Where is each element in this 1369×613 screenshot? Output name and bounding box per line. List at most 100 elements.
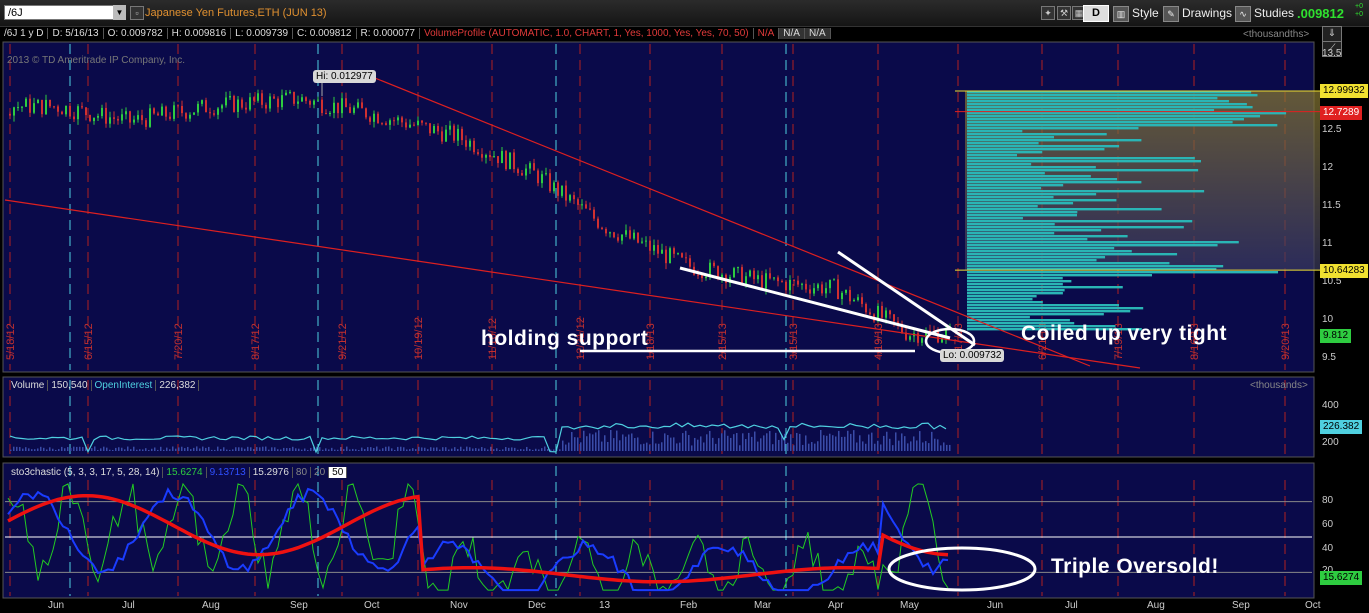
volume-bar xyxy=(817,441,819,451)
volume-profile-bar xyxy=(967,274,1152,277)
volume-bar xyxy=(79,446,81,451)
volume-bar xyxy=(325,448,327,451)
volume-bar xyxy=(49,447,51,451)
volume-bar xyxy=(340,447,342,451)
volume-profile-bar xyxy=(967,103,1247,106)
candle-body xyxy=(481,154,483,158)
volume-bar xyxy=(109,449,111,451)
candle-body xyxy=(357,102,359,108)
volume-bar xyxy=(874,443,876,451)
volume-bar xyxy=(676,443,678,451)
volume-bar xyxy=(457,449,459,451)
volume-bar xyxy=(205,447,207,451)
volume-bar xyxy=(31,449,33,451)
stoch-axis: 60 xyxy=(1322,519,1334,530)
volume-bar xyxy=(484,448,486,451)
volume-bar xyxy=(862,441,864,451)
volume-bar xyxy=(145,448,147,451)
stoch-axis: 80 xyxy=(1322,495,1334,506)
candle-body xyxy=(85,107,87,116)
volume-bar xyxy=(910,441,912,451)
volume-profile-bar xyxy=(967,157,1195,160)
candle-body xyxy=(773,277,775,279)
volume-bar xyxy=(694,437,696,451)
candle-body xyxy=(569,195,571,201)
candle-body xyxy=(541,174,543,184)
tag-poc: 12.7289 xyxy=(1320,106,1363,120)
volume-profile-bar xyxy=(967,199,1117,202)
volume-bar xyxy=(532,449,534,451)
candle-body xyxy=(521,173,523,176)
oi-value: 226,382 xyxy=(156,380,200,391)
x-tick: Sep xyxy=(1232,600,1250,611)
volume-profile-bar xyxy=(967,211,1078,214)
volume-profile-bar xyxy=(967,226,1184,229)
candle-body xyxy=(705,276,707,279)
volume-bar xyxy=(52,448,54,451)
volume-bar xyxy=(730,437,732,451)
candle-body xyxy=(209,112,211,114)
volume-bar xyxy=(226,449,228,451)
volume-bar xyxy=(514,447,516,451)
volume-bar xyxy=(745,439,747,451)
candle-body xyxy=(597,218,599,228)
candle-body xyxy=(613,232,615,238)
volume-bar xyxy=(16,446,18,451)
volume-bar xyxy=(94,446,96,451)
volume-bar xyxy=(901,433,903,451)
volume-bar xyxy=(889,438,891,451)
candle-body xyxy=(525,168,527,176)
volume-bar xyxy=(241,447,243,451)
volume-bar xyxy=(433,447,435,451)
volume-bar xyxy=(853,430,855,451)
volume-bar xyxy=(298,448,300,451)
oi-label: OpenInterest xyxy=(91,380,157,391)
volume-bar xyxy=(496,448,498,451)
candle-body xyxy=(697,274,699,276)
volume-bar xyxy=(58,449,60,451)
candle-body xyxy=(689,258,691,267)
info-bar: /6J 1 y D D: 5/16/13 O: 0.009782 H: 0.00981… xyxy=(0,27,831,41)
candle-body xyxy=(473,140,475,153)
volume-bar xyxy=(91,448,93,451)
volume-bar xyxy=(259,447,261,451)
volume-bar xyxy=(490,446,492,451)
volume-bar xyxy=(103,446,105,451)
candle-body xyxy=(405,122,407,128)
volume-profile-bar xyxy=(967,163,1032,166)
volume-bar xyxy=(640,444,642,451)
volume-bar xyxy=(256,447,258,451)
candle-body xyxy=(129,111,131,123)
candle-body xyxy=(305,97,307,101)
na-3: N/A xyxy=(804,28,831,39)
candle-body xyxy=(893,314,895,322)
expand-icon[interactable]: ⇓ xyxy=(1322,26,1342,42)
candle-body xyxy=(125,111,127,115)
volume-profile-bar xyxy=(967,205,1038,208)
candle-body xyxy=(497,156,499,164)
x-tick: May xyxy=(900,600,919,611)
volume-bar xyxy=(931,431,933,451)
candle-body xyxy=(937,330,939,343)
candle-body xyxy=(329,112,331,114)
volume-bar xyxy=(568,442,570,451)
volume-bar xyxy=(379,449,381,451)
volume-profile-bar xyxy=(967,124,1278,127)
candle-body xyxy=(25,98,27,107)
volume-profile-bar xyxy=(967,148,1105,151)
date-marker-label: 6/15/12 xyxy=(83,323,95,360)
candle-body xyxy=(101,107,103,116)
volume-bar xyxy=(136,449,138,451)
volume-bar xyxy=(820,429,822,451)
volume-bar xyxy=(616,430,618,451)
volume-value: 150,540 xyxy=(48,380,92,391)
date-marker-label: 10/19/12 xyxy=(413,317,425,360)
candle-body xyxy=(285,92,287,96)
volume-bar xyxy=(811,442,813,451)
volume-bar xyxy=(763,435,765,451)
candle-body xyxy=(265,104,267,109)
volume-profile-bar xyxy=(967,313,1104,316)
volume-profile-bar xyxy=(967,304,1119,307)
volume-bar xyxy=(385,446,387,451)
volume-bar xyxy=(712,437,714,451)
